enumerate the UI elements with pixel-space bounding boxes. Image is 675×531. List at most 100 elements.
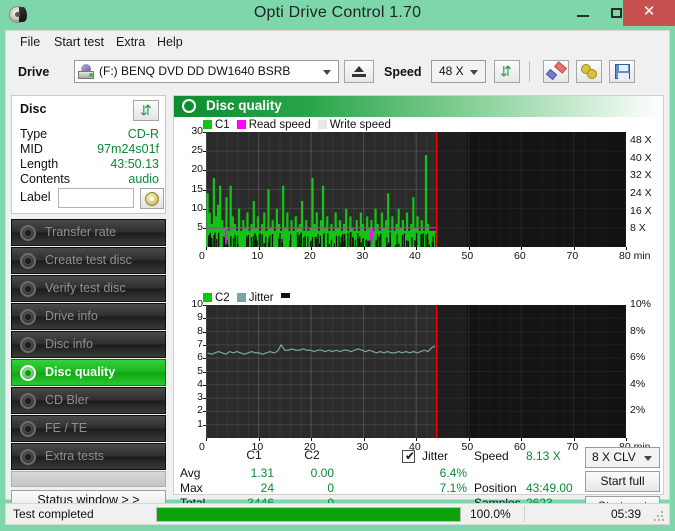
disc-quality-panel: Disc quality C1 Read speed Write speed 5 10… xyxy=(173,95,664,495)
disc-label-key: Label xyxy=(20,190,51,204)
save-button[interactable] xyxy=(609,60,635,83)
disc-icon xyxy=(20,421,36,437)
sidebar-item-label: CD Bler xyxy=(45,393,89,407)
axis-tick xyxy=(203,318,206,319)
axis-tick-label: 0 xyxy=(199,250,205,262)
resize-grip-icon[interactable] xyxy=(654,511,664,521)
nav-filler xyxy=(11,471,166,487)
sidebar-item-label: FE / TE xyxy=(45,421,87,435)
sidebar-item-label: Verify test disc xyxy=(45,281,126,295)
optical-drive-icon xyxy=(78,64,94,79)
legend-label-c1: C1 xyxy=(215,119,230,131)
axis-tick-label: 10 xyxy=(178,202,203,214)
disc-label-row: Label xyxy=(20,188,159,209)
axis-tick xyxy=(203,372,206,373)
write-strategy-select[interactable]: 8 X CLV xyxy=(585,447,660,468)
sidebar-item-fe-te[interactable]: FE / TE xyxy=(11,415,166,442)
chevron-down-icon xyxy=(644,456,652,461)
axis-tick xyxy=(203,411,206,412)
c1-chart-plot[interactable] xyxy=(206,132,626,247)
axis-tick-label: 20 xyxy=(304,250,316,262)
axis-tick-label: 50 xyxy=(462,250,474,262)
disc-label-button[interactable] xyxy=(140,188,164,209)
axis-tick xyxy=(203,385,206,386)
stats-area: C1 C2 Avg Max Total 1.31 24 3446 0.00 0 … xyxy=(174,446,663,494)
axis-tick xyxy=(626,438,627,441)
jitter-label: Jitter xyxy=(422,449,448,463)
stats-c2-avg: 0.00 xyxy=(289,466,334,480)
sidebar-item-create-test-disc[interactable]: Create test disc xyxy=(11,247,166,274)
sidebar-item-drive-info[interactable]: Drive info xyxy=(11,303,166,330)
speed-select[interactable]: 48 X xyxy=(431,60,486,83)
drive-select-value: (F:) BENQ DVD DD DW1640 BSRB xyxy=(99,64,290,78)
axis-tick-label: 24 X xyxy=(630,187,652,199)
disc-icon xyxy=(20,253,36,269)
sidebar-item-cd-bler[interactable]: CD Bler xyxy=(11,387,166,414)
axis-tick xyxy=(203,151,206,152)
legend-label-write-speed: Write speed xyxy=(330,119,391,131)
sidebar-item-label: Drive info xyxy=(45,309,98,323)
legend-swatch-c2 xyxy=(203,293,212,302)
progress-percent: 100.0% xyxy=(470,507,511,521)
axis-tick-label: 48 X xyxy=(630,134,652,146)
menu-start-test[interactable]: Start test xyxy=(48,34,110,51)
menu-file[interactable]: File xyxy=(14,34,46,51)
stats-c2-max: 0 xyxy=(289,481,334,495)
jitter-checkbox[interactable]: ✔ xyxy=(402,450,415,463)
chart2-legend: C2 Jitter xyxy=(203,292,290,304)
chart1-cursor-line xyxy=(436,132,437,247)
axis-tick xyxy=(203,190,206,191)
minimize-button[interactable] xyxy=(567,0,600,26)
speed-label: Speed xyxy=(384,65,422,79)
menu-extra[interactable]: Extra xyxy=(110,34,151,51)
burn-disc-button[interactable] xyxy=(576,60,602,83)
close-button[interactable]: ✕ xyxy=(623,0,675,26)
disc-row-key: Type xyxy=(20,127,47,141)
disc-icon xyxy=(20,225,36,241)
axis-tick-label: 60 xyxy=(514,250,526,262)
start-full-button[interactable]: Start full xyxy=(585,471,660,492)
c2-jitter-chart-plot[interactable] xyxy=(206,305,626,438)
disc-row-key: Contents xyxy=(20,172,70,186)
refresh-icon: ⇵ xyxy=(140,103,152,118)
sidebar-item-disc-info[interactable]: Disc info xyxy=(11,331,166,358)
sidebar-item-extra-tests[interactable]: Extra tests xyxy=(11,443,166,470)
save-floppy-icon xyxy=(615,64,630,79)
axis-tick xyxy=(259,438,260,441)
sidebar-item-transfer-rate[interactable]: Transfer rate xyxy=(11,219,166,246)
close-icon: ✕ xyxy=(623,2,675,20)
axis-tick xyxy=(203,345,206,346)
disc-label-input[interactable] xyxy=(58,188,134,208)
axis-tick-label: 10% xyxy=(630,298,651,310)
axis-tick-label: 6 xyxy=(178,351,203,363)
axis-tick-label: 8 X xyxy=(630,222,646,234)
axis-tick-label: 3 xyxy=(178,391,203,403)
refresh-icon: ⇵ xyxy=(500,64,512,79)
axis-tick-label: 5 xyxy=(178,221,203,233)
chevron-down-icon xyxy=(323,70,331,75)
eject-button[interactable] xyxy=(344,60,374,83)
stats-c1-avg: 1.31 xyxy=(229,466,274,480)
menu-help[interactable]: Help xyxy=(151,34,189,51)
axis-tick xyxy=(521,438,522,441)
axis-tick-label: 15 xyxy=(178,183,203,195)
axis-tick xyxy=(574,438,575,441)
speed-stat-value: 8.13 X xyxy=(526,449,578,463)
erase-disc-button[interactable] xyxy=(543,60,569,83)
disc-panel-title: Disc xyxy=(20,102,46,116)
disc-row-value: CD-R xyxy=(128,127,159,141)
axis-tick xyxy=(203,132,206,133)
stats-header-c2: C2 xyxy=(292,448,332,462)
disc-row-key: MID xyxy=(20,142,43,156)
disc-refresh-button[interactable]: ⇵ xyxy=(133,100,159,121)
speed-select-value: 48 X xyxy=(439,64,464,78)
sidebar-item-verify-test-disc[interactable]: Verify test disc xyxy=(11,275,166,302)
refresh-button[interactable]: ⇵ xyxy=(494,60,520,83)
disc-row-value: audio xyxy=(128,172,159,186)
axis-tick xyxy=(416,438,417,441)
drive-select[interactable]: (F:) BENQ DVD DD DW1640 BSRB xyxy=(74,60,339,83)
app-window: Opti Drive Control 1.70 ✕ File Start tes… xyxy=(0,0,675,531)
sidebar-item-disc-quality[interactable]: Disc quality xyxy=(11,359,166,386)
axis-tick xyxy=(206,438,207,441)
axis-tick xyxy=(469,247,470,250)
